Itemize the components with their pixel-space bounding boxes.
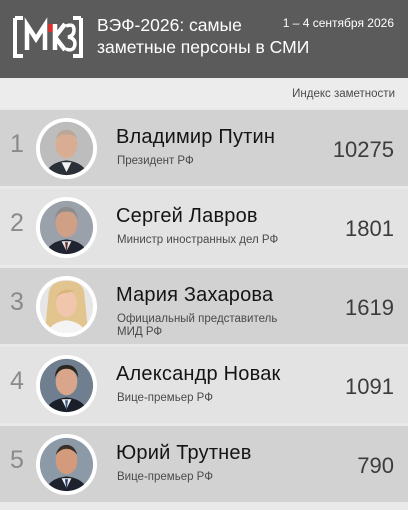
index-value: 1091 [345, 374, 394, 399]
person-name: Александр Новак [116, 363, 281, 385]
role-line-1: Президент РФ [117, 155, 194, 167]
role-line-2: МИД РФ [117, 326, 163, 338]
rank-number: 3 [10, 288, 24, 316]
person-name: Владимир Путин [116, 126, 276, 148]
ranking-row: 1 Владимир Путин Президент РФ 10275 [0, 110, 408, 186]
index-value: 10275 [332, 137, 394, 162]
role-line-1: Министр иностранных дел РФ [117, 234, 279, 246]
rank-number: 5 [10, 446, 24, 474]
mmkz-logo-icon [13, 16, 83, 58]
index-value: 1619 [345, 295, 394, 320]
index-value: 790 [357, 453, 394, 478]
avatar-icon [35, 196, 98, 259]
rank-number: 4 [10, 367, 24, 395]
index-value: 1801 [345, 216, 394, 241]
person-name: Мария Захарова [116, 284, 274, 306]
person-name: Сергей Лавров [116, 205, 258, 227]
role-line-1: Официальный представитель [117, 313, 278, 325]
ranking-row: 2 Сергей Лавров Министр иностранных дел … [0, 189, 408, 265]
person-role: Министр иностранных дел РФ [117, 234, 317, 247]
index-column-label: Индекс заметности [292, 88, 395, 100]
avatar-icon [35, 354, 98, 417]
person-role: Вице-премьер РФ [117, 392, 317, 405]
rank-number: 1 [10, 130, 24, 158]
ranking-row: 4 Александр Новак Вице-премьер РФ 1091 [0, 347, 408, 423]
person-role: Президент РФ [117, 155, 317, 168]
ranking-row: 5 Юрий Трутнев Вице-премьер РФ 790 [0, 426, 408, 502]
person-name: Юрий Трутнев [116, 442, 252, 464]
person-role: Вице-премьер РФ [117, 471, 317, 484]
role-line-1: Вице-премьер РФ [117, 392, 213, 404]
header: ВЭФ-2026: самые заметные персоны в СМИ 1… [0, 0, 408, 78]
avatar-icon [35, 117, 98, 180]
ranking-row: 3 Мария Захарова Официальный представите… [0, 268, 408, 344]
column-header: Индекс заметности [0, 78, 408, 108]
role-line-1: Вице-премьер РФ [117, 471, 213, 483]
rank-number: 2 [10, 209, 24, 237]
date-range: 1 – 4 сентября 2026 [282, 16, 394, 30]
avatar-icon [35, 433, 98, 496]
person-role: Официальный представитель МИД РФ [117, 313, 317, 339]
avatar-icon [35, 275, 98, 338]
title-line-2: заметные персоны в СМИ [97, 37, 310, 57]
